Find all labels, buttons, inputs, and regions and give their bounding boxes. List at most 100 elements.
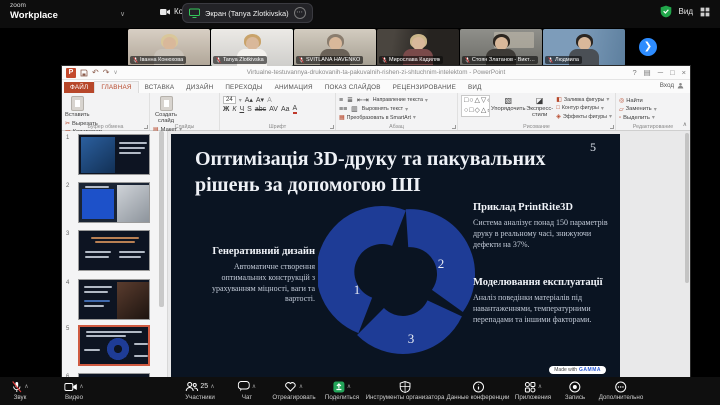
workspace-dropdown-chevron[interactable]: ∨	[120, 10, 125, 18]
chat-button[interactable]: ∧ Чат	[237, 380, 256, 401]
font-color-icon[interactable]: A	[292, 105, 298, 114]
participant-tile[interactable]: Стоян Златанов - Викто...	[460, 29, 542, 66]
audio-options-chevron[interactable]: ∧	[24, 383, 28, 390]
tab-view[interactable]: ВИД	[462, 82, 488, 93]
font-size-input[interactable]: 24	[223, 96, 236, 104]
new-slide-button[interactable]: Создать слайд	[153, 95, 179, 124]
bullets-icon[interactable]: ≡	[339, 97, 343, 104]
canvas-scrollbar[interactable]	[685, 133, 689, 283]
close-icon[interactable]: ×	[682, 68, 686, 77]
participant-tile[interactable]: SVITLANA HAVENKO	[294, 29, 376, 66]
apps-options-chevron[interactable]: ∧	[538, 383, 542, 390]
strikethrough-icon[interactable]: abc	[255, 106, 266, 113]
help-icon[interactable]: ?	[632, 68, 636, 77]
slide-thumbnail-2[interactable]: 2	[64, 182, 160, 226]
align-icons[interactable]: ≡≡	[339, 106, 347, 113]
indent-icons[interactable]: ⇤⇥	[357, 96, 369, 104]
meeting-info-button[interactable]: Данные конференции	[447, 380, 510, 401]
drawing-group: □○△▽◇☆○□◇△▭○ ▧ Упорядочить ◪ Экспресс-ст…	[458, 93, 616, 130]
tab-design[interactable]: ДИЗАЙН	[180, 82, 219, 93]
minimize-icon[interactable]: ─	[658, 68, 663, 77]
participant-tile[interactable]: Людмила	[543, 29, 625, 66]
tab-insert[interactable]: ВСТАВКА	[139, 82, 181, 93]
undo-icon[interactable]: ↶	[92, 68, 99, 78]
screen-share-pill[interactable]: Экран (Tanya Zlotkivska) ⋯	[182, 3, 313, 23]
participant-tile[interactable]: Іванна Конюхова	[128, 29, 210, 66]
smartart-button[interactable]: ▦ Преобразовать в SmartArt ▾	[339, 114, 416, 122]
participants-button[interactable]: 25 ∧ Участники	[185, 380, 215, 401]
security-shield-icon[interactable]	[660, 5, 672, 18]
text-direction-button[interactable]: Направление текста ▾	[373, 97, 428, 104]
clipboard-dialog-launcher[interactable]	[144, 125, 148, 129]
save-icon[interactable]	[80, 69, 88, 77]
share-screen-button[interactable]: ∧ Поделиться	[325, 380, 359, 401]
grow-font-icon[interactable]: A▴	[245, 96, 253, 104]
tab-animations[interactable]: АНИМАЦИЯ	[269, 82, 319, 93]
underline-icon[interactable]: Ч	[239, 106, 244, 113]
shape-fill-button[interactable]: ◧ Заливка фигуры ▾	[556, 96, 612, 104]
view-grid-icon[interactable]	[700, 7, 710, 17]
shapes-gallery[interactable]: □○△▽◇☆○□◇△▭○	[461, 95, 491, 117]
slide-thumbnail-4[interactable]: 4	[64, 279, 160, 323]
tab-slideshow[interactable]: ПОКАЗ СЛАЙДОВ	[319, 82, 387, 93]
shape-outline-button[interactable]: □ Контур фигуры ▾	[556, 105, 612, 112]
ribbon-display-icon[interactable]: ▤	[644, 68, 651, 77]
shape-effects-button[interactable]: ◈ Эффекты фигуры ▾	[556, 113, 612, 121]
font-size-chevron[interactable]: ▾	[239, 97, 242, 104]
share-options-chevron[interactable]: ∧	[347, 383, 351, 390]
participant-tile[interactable]: Мирослава Кадиляк	[377, 29, 459, 66]
editing-group: ◎ Найти ▱ Заменить ▾ ▫ Выделить ▾ Редактирова…	[619, 97, 687, 131]
character-spacing-icon[interactable]: AV	[269, 106, 278, 113]
font-dialog-launcher[interactable]	[330, 125, 334, 129]
qat-dropdown-chevron[interactable]: ∨	[113, 68, 117, 78]
made-with-badge[interactable]: Made with GAMMA	[549, 366, 606, 374]
host-tools-button[interactable]: Инструменты организатора	[366, 380, 444, 401]
replace-button[interactable]: ▱ Заменить ▾	[619, 106, 657, 113]
tab-review[interactable]: РЕЦЕНЗИРОВАНИЕ	[387, 82, 462, 93]
change-case-icon[interactable]: Aa	[281, 106, 290, 113]
redo-icon[interactable]: ↷	[103, 68, 110, 78]
participants-options-chevron[interactable]: ∧	[210, 383, 214, 390]
apps-button[interactable]: ∧ Приложения	[515, 380, 551, 401]
record-button[interactable]: Запись	[565, 380, 585, 401]
numbering-icon[interactable]: ≣	[347, 96, 353, 104]
thumbnail-scrollbar[interactable]	[159, 131, 164, 307]
slide-thumbnail-5-selected[interactable]: 5	[64, 325, 160, 369]
restore-icon[interactable]: □	[670, 68, 675, 77]
sign-in-button[interactable]: Вход	[660, 82, 684, 89]
react-options-chevron[interactable]: ∧	[299, 383, 303, 390]
paragraph-dialog-launcher[interactable]	[452, 125, 456, 129]
columns-icon[interactable]: ▥	[351, 105, 358, 113]
bold-icon[interactable]: Ж	[223, 106, 229, 113]
slide-thumbnail-1[interactable]: 1	[64, 134, 160, 178]
participant-name-tag: Tanya Zlotkivska	[213, 56, 267, 64]
view-button-label[interactable]: Вид	[679, 7, 693, 16]
select-button[interactable]: ▫ Выделить ▾	[619, 114, 657, 122]
ppt-window-title: Virtualne-testuvannya-drukovanih-ta-paku…	[246, 69, 506, 76]
find-button[interactable]: ◎ Найти	[619, 97, 657, 105]
next-participants-arrow[interactable]: ❯	[639, 38, 657, 56]
quick-styles-button[interactable]: ◪ Экспресс-стили	[526, 95, 553, 120]
audio-button[interactable]: ∧ Звук	[11, 380, 29, 401]
italic-icon[interactable]: К	[232, 106, 236, 113]
participant-tile-active-speaker[interactable]: Tanya Zlotkivska	[211, 29, 293, 66]
align-text-button[interactable]: Выровнять текст ▾	[362, 106, 408, 113]
arrange-button[interactable]: ▧ Упорядочить	[491, 95, 526, 120]
text-shadow-icon[interactable]: S	[247, 106, 252, 113]
tab-home[interactable]: ГЛАВНАЯ	[94, 81, 139, 93]
current-slide[interactable]: 5 Оптимізація 3D-друку та пакувальних рі…	[171, 134, 620, 377]
more-button[interactable]: Дополнительно	[599, 380, 643, 401]
share-pill-more-icon[interactable]: ⋯	[293, 7, 306, 19]
chat-options-chevron[interactable]: ∧	[252, 383, 256, 390]
paste-button[interactable]: Вставить	[65, 95, 90, 118]
video-options-chevron[interactable]: ∧	[79, 383, 83, 390]
collapse-ribbon-chevron[interactable]: ∧	[683, 121, 687, 128]
slide-thumbnail-3[interactable]: 3	[64, 230, 160, 274]
clear-formatting-icon[interactable]: A	[267, 97, 272, 104]
shrink-font-icon[interactable]: A▾	[256, 96, 264, 104]
react-button[interactable]: ∧ Отреагировать	[272, 380, 316, 401]
video-button[interactable]: ∧ Видео	[64, 380, 84, 401]
tab-transitions[interactable]: ПЕРЕХОДЫ	[219, 82, 268, 93]
drawing-dialog-launcher[interactable]	[610, 125, 614, 129]
tab-file[interactable]: ФАЙЛ	[64, 82, 95, 93]
